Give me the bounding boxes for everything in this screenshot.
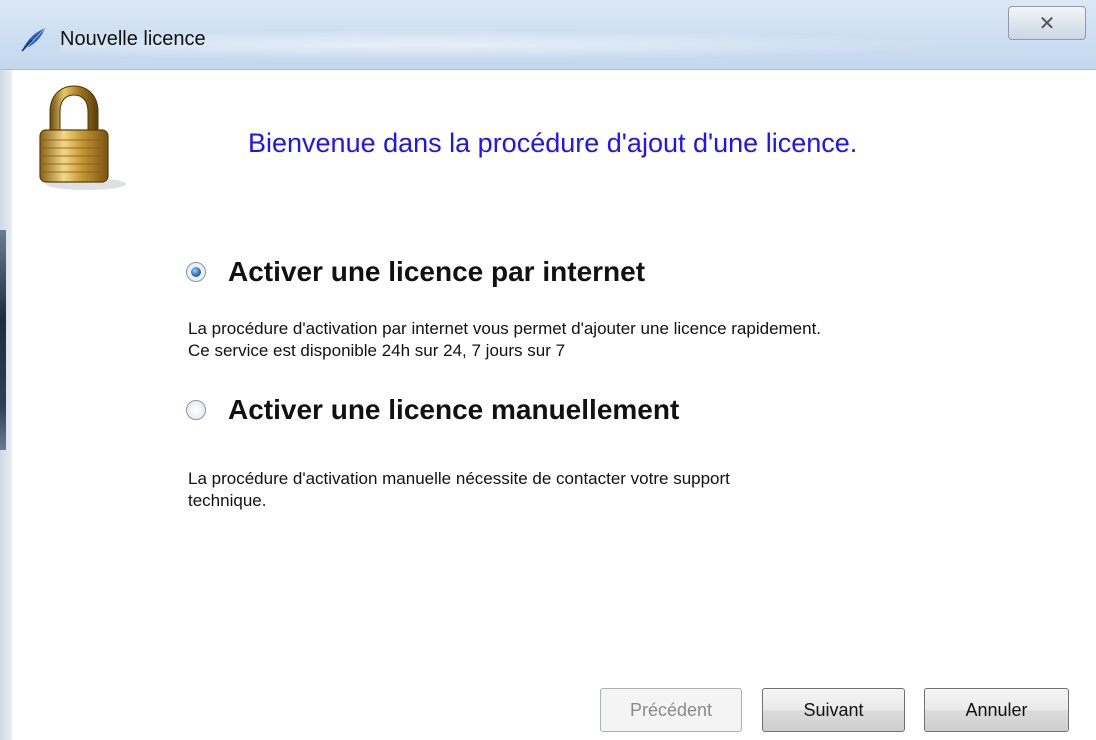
radio-internet[interactable] bbox=[186, 262, 206, 282]
window-title: Nouvelle licence bbox=[60, 28, 206, 50]
option-internet-label[interactable]: Activer une licence par internet bbox=[228, 256, 645, 288]
title-bar[interactable]: Nouvelle licence ✕ bbox=[0, 0, 1096, 70]
option-manual[interactable]: Activer une licence manuellement bbox=[186, 394, 679, 426]
option-internet[interactable]: Activer une licence par internet bbox=[186, 256, 645, 288]
close-icon: ✕ bbox=[1038, 11, 1056, 35]
background-window-edge bbox=[0, 230, 6, 450]
option-manual-label[interactable]: Activer une licence manuellement bbox=[228, 394, 679, 426]
description-line: La procédure d'activation par internet v… bbox=[188, 319, 822, 338]
next-button[interactable]: Suivant bbox=[762, 688, 905, 732]
feather-icon bbox=[21, 27, 46, 52]
padlock-icon bbox=[39, 85, 126, 190]
window-frame-left bbox=[0, 70, 12, 740]
radio-manual[interactable] bbox=[186, 400, 206, 420]
close-button[interactable]: ✕ bbox=[1008, 6, 1086, 40]
page-heading: Bienvenue dans la procédure d'ajout d'un… bbox=[248, 128, 858, 158]
description-line: technique. bbox=[188, 491, 267, 510]
cancel-button[interactable]: Annuler bbox=[924, 688, 1069, 732]
previous-button[interactable]: Précédent bbox=[600, 688, 742, 732]
description-line: Ce service est disponible 24h sur 24, 7 … bbox=[188, 341, 566, 360]
description-line: La procédure d'activation manuelle néces… bbox=[188, 469, 730, 488]
option-internet-description: La procédure d'activation par internet v… bbox=[188, 318, 821, 362]
option-manual-description: La procédure d'activation manuelle néces… bbox=[188, 468, 730, 512]
license-dialog: Nouvelle licence ✕ Bienvenue dans la pro… bbox=[0, 0, 1096, 740]
